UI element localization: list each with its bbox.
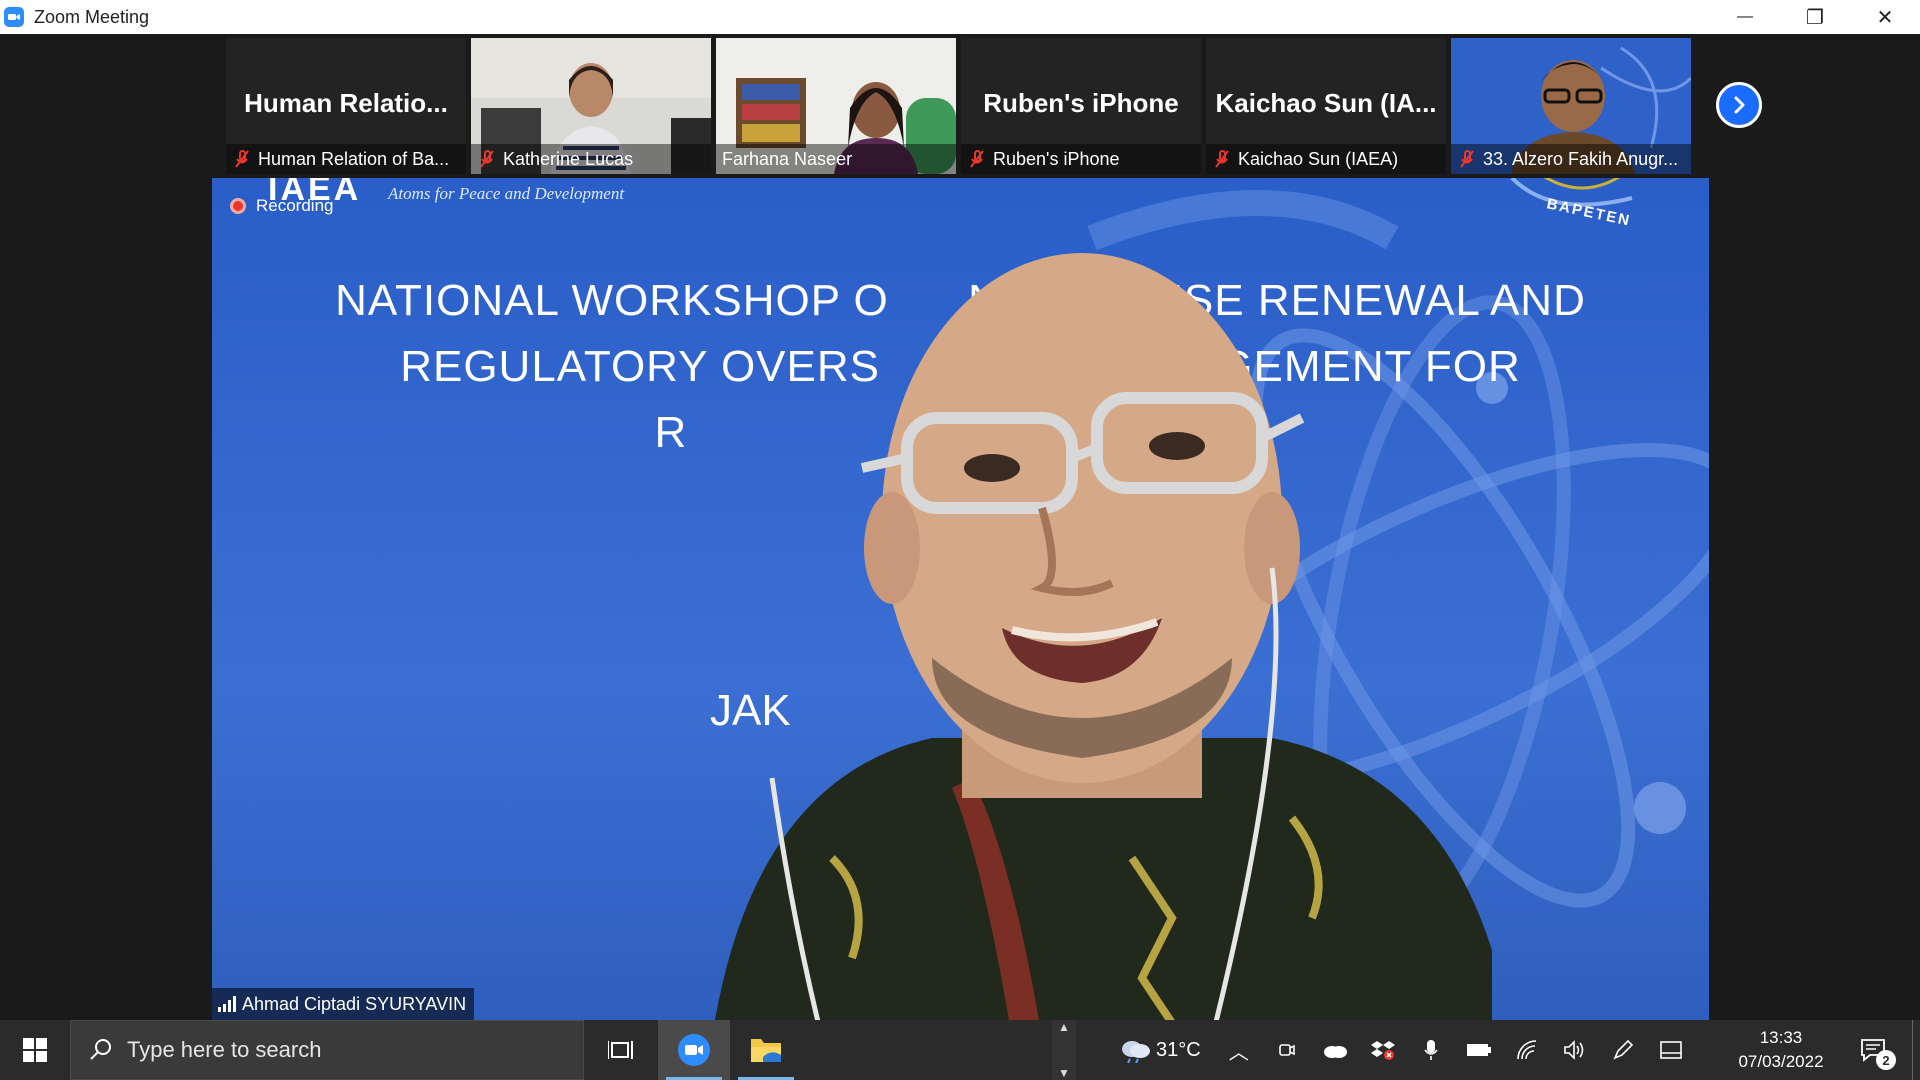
participant-label: Ruben's iPhone (961, 144, 1201, 174)
close-icon: ✕ (1876, 6, 1894, 29)
participant-display-name: Ruben's iPhone (983, 88, 1179, 118)
participant-name: Kaichao Sun (IAEA) (1238, 148, 1399, 169)
taskbar-clock[interactable]: 13:33 07/03/2022 (1722, 1020, 1840, 1080)
participant-tile[interactable]: 33. Alzero Fakih Anugr... (1451, 38, 1691, 174)
zoom-app-icon (4, 7, 24, 27)
participant-name: Katherine Lucas (503, 148, 634, 169)
next-page-button[interactable] (1716, 82, 1762, 128)
taskbar-zoom-app[interactable] (658, 1020, 730, 1080)
chevron-right-icon (1734, 96, 1745, 114)
start-button[interactable] (0, 1020, 70, 1080)
task-view-icon (608, 1041, 633, 1059)
window-titlebar: Zoom Meeting — ❐ ✕ (0, 0, 1920, 34)
participant-name: Farhana Naseer (722, 148, 853, 169)
window-title: Zoom Meeting (34, 6, 150, 27)
participant-tile[interactable]: Katherine Lucas (471, 38, 711, 174)
action-center-button[interactable]: 2 (1848, 1020, 1898, 1080)
participant-name: Ruben's iPhone (993, 148, 1120, 169)
mic-muted-icon (235, 150, 249, 168)
participant-label: 33. Alzero Fakih Anugr... (1451, 144, 1691, 174)
task-view-button[interactable] (584, 1020, 658, 1080)
participant-label: Human Relation of Ba... (226, 144, 466, 174)
wifi-button[interactable] (1503, 1020, 1551, 1080)
battery-icon (1466, 1044, 1491, 1056)
microphone-icon (1424, 1040, 1438, 1060)
participant-strip: Human Relatio... Human Relation of Ba...… (226, 38, 1691, 174)
speaker-name: Ahmad Ciptadi SYURYAVIN (242, 993, 467, 1014)
participant-name: Human Relation of Ba... (258, 148, 450, 169)
search-input[interactable] (127, 1037, 547, 1063)
recording-dot-icon (230, 198, 246, 214)
meeting-area: Human Relatio... Human Relation of Ba...… (0, 34, 1920, 1020)
participant-display-name: Kaichao Sun (IA... (1215, 88, 1437, 118)
microphone-button[interactable] (1407, 1020, 1455, 1080)
file-explorer-icon (751, 1039, 781, 1062)
wifi-icon (1516, 1040, 1536, 1060)
mic-muted-icon (1215, 150, 1229, 168)
pen-button[interactable] (1599, 1020, 1647, 1080)
chevron-up-icon: ▲ (1058, 1020, 1070, 1034)
participant-tile[interactable]: Human Relatio... Human Relation of Ba... (226, 38, 466, 174)
taskbar-file-explorer[interactable] (730, 1020, 802, 1080)
battery-button[interactable] (1455, 1020, 1503, 1080)
minimize-button[interactable]: — (1710, 0, 1780, 34)
windows-logo-icon (23, 1038, 47, 1062)
volume-button[interactable] (1551, 1020, 1599, 1080)
participant-label: Kaichao Sun (IAEA) (1206, 144, 1446, 174)
zoom-icon (678, 1034, 710, 1066)
system-tray: 31°C ︿ (1108, 1020, 1695, 1080)
participant-label: Katherine Lucas (471, 144, 711, 174)
participant-name: 33. Alzero Fakih Anugr... (1483, 148, 1679, 169)
keyboard-icon (1659, 1041, 1682, 1059)
bapeten-logo: BAPETEN (1512, 178, 1652, 230)
restore-button[interactable]: ❐ (1780, 0, 1850, 34)
pen-icon (1613, 1039, 1633, 1060)
weather-widget[interactable]: 31°C (1108, 1020, 1215, 1080)
clock-date: 07/03/2022 (1738, 1052, 1824, 1071)
notification-badge: 2 (1876, 1050, 1896, 1070)
participant-tile[interactable]: Kaichao Sun (IA... Kaichao Sun (IAEA) (1206, 38, 1446, 174)
onedrive-cloud-icon (1323, 1046, 1347, 1058)
clock-time: 13:33 (1759, 1028, 1803, 1047)
restore-icon: ❐ (1806, 6, 1824, 29)
mic-muted-icon (1460, 150, 1474, 168)
search-icon (90, 1039, 111, 1060)
volume-icon (1563, 1040, 1583, 1060)
taskbar-search[interactable] (70, 1020, 584, 1080)
onedrive-button[interactable] (1311, 1020, 1359, 1080)
recording-label: Recording (256, 196, 334, 215)
chevron-down-icon: ▼ (1058, 1066, 1070, 1080)
participant-tile[interactable]: Ruben's iPhone Ruben's iPhone (961, 38, 1201, 174)
touch-keyboard-button[interactable] (1647, 1020, 1695, 1080)
recording-indicator[interactable]: Recording (230, 196, 334, 216)
dropbox-icon (1370, 1041, 1395, 1060)
signal-strength-icon (218, 996, 236, 1012)
slide-subheader: Atoms for Peace and Development (388, 184, 625, 203)
mic-muted-icon (970, 150, 984, 168)
close-button[interactable]: ✕ (1850, 0, 1920, 34)
main-video: IAEA Atoms for Peace and Development BAP… (212, 178, 1709, 1020)
weather-temperature: 31°C (1156, 1038, 1201, 1061)
minimize-icon: — (1737, 8, 1753, 25)
speaker-name-label: Ahmad Ciptadi SYURYAVIN (212, 988, 475, 1020)
taskbar-scroll[interactable]: ▲ ▼ (1052, 1020, 1076, 1080)
meet-now-button[interactable] (1263, 1020, 1311, 1080)
cloud-rain-icon (1122, 1041, 1150, 1063)
chevron-up-icon: ︿ (1228, 1041, 1249, 1064)
windows-taskbar: ▲ ▼ 31°C ︿ (0, 1020, 1920, 1080)
participant-display-name: Human Relatio... (244, 88, 448, 118)
show-hidden-icons-button[interactable]: ︿ (1215, 1020, 1263, 1080)
participant-tile[interactable]: Farhana Naseer (716, 38, 956, 174)
show-desktop-button[interactable] (1912, 1020, 1920, 1080)
participant-label: Farhana Naseer (716, 144, 956, 174)
meet-now-icon (1278, 1044, 1295, 1056)
mic-muted-icon (480, 150, 494, 168)
speaker-video (715, 253, 1492, 1020)
dropbox-button[interactable] (1359, 1020, 1407, 1080)
